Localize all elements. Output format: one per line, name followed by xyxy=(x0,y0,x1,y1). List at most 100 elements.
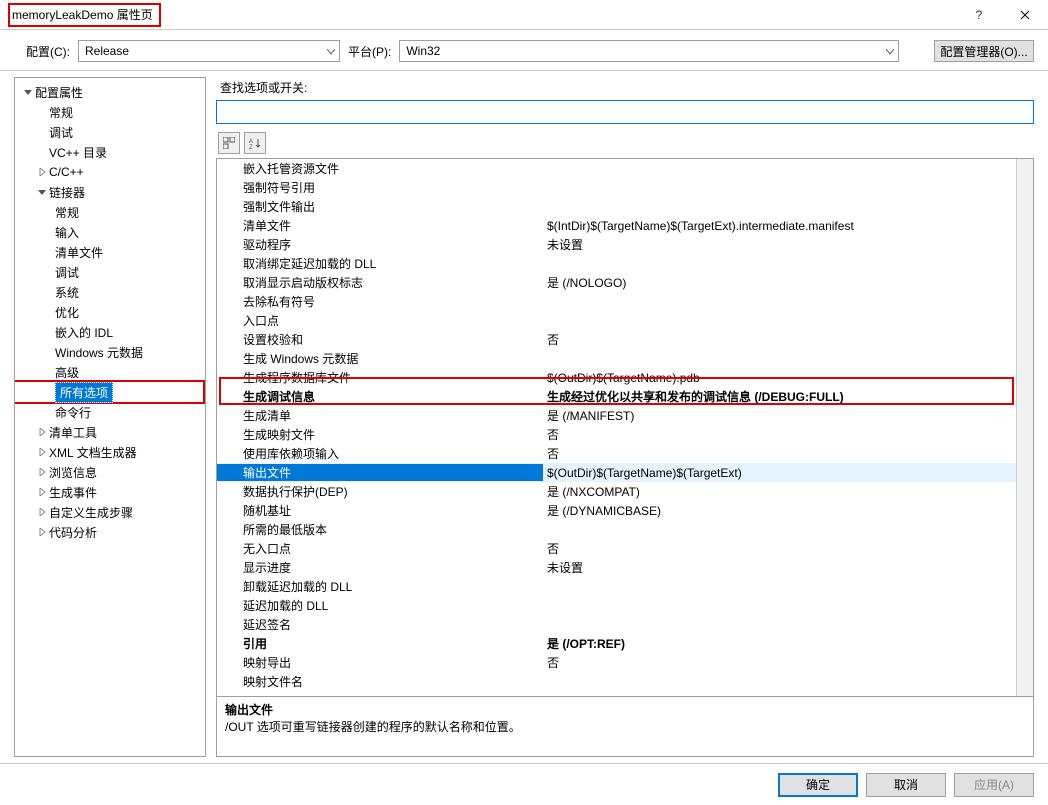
scrollbar[interactable] xyxy=(1016,159,1033,696)
property-row[interactable]: 生成 Windows 元数据 xyxy=(217,349,1016,368)
property-value[interactable]: 是 (/NOLOGO) xyxy=(543,274,1016,291)
property-row[interactable]: 引用是 (/OPT:REF) xyxy=(217,634,1016,653)
tree-item[interactable]: 代码分析 xyxy=(15,522,205,542)
property-value[interactable]: 是 (/DYNAMICBASE) xyxy=(543,502,1016,519)
property-row[interactable]: 延迟签名 xyxy=(217,615,1016,634)
property-value[interactable]: 否 xyxy=(543,445,1016,462)
tree-caret-icon xyxy=(37,507,47,517)
tree-item[interactable]: 嵌入的 IDL xyxy=(15,322,205,342)
property-row[interactable]: 使用库依赖项输入否 xyxy=(217,444,1016,463)
tree-item[interactable]: XML 文档生成器 xyxy=(15,442,205,462)
desc-body: /OUT 选项可重写链接器创建的程序的默认名称和位置。 xyxy=(225,718,1025,735)
tree-item[interactable]: VC++ 目录 xyxy=(15,142,205,162)
property-value[interactable]: 未设置 xyxy=(543,236,1016,253)
tree-item[interactable]: 自定义生成步骤 xyxy=(15,502,205,522)
tree-item-label: 调试 xyxy=(49,124,73,141)
platform-combo[interactable]: Win32 xyxy=(399,40,899,62)
search-input[interactable] xyxy=(216,100,1034,124)
tree-item[interactable]: 链接器 xyxy=(15,182,205,202)
property-row[interactable]: 数据执行保护(DEP)是 (/NXCOMPAT) xyxy=(217,482,1016,501)
tree-item[interactable]: 浏览信息 xyxy=(15,462,205,482)
property-name: 显示进度 xyxy=(217,559,543,576)
property-value[interactable]: 否 xyxy=(543,426,1016,443)
config-combo[interactable]: Release xyxy=(78,40,340,62)
property-name: 嵌入托管资源文件 xyxy=(217,160,543,177)
property-name: 驱动程序 xyxy=(217,236,543,253)
tree-item[interactable]: 常规 xyxy=(15,102,205,122)
property-row[interactable]: 取消绑定延迟加载的 DLL xyxy=(217,254,1016,273)
tree-item[interactable]: 优化 xyxy=(15,302,205,322)
tree-item-label: 输入 xyxy=(55,224,79,241)
property-row[interactable]: 强制符号引用 xyxy=(217,178,1016,197)
property-value[interactable]: 未设置 xyxy=(543,559,1016,576)
property-grid-body[interactable]: 嵌入托管资源文件强制符号引用强制文件输出清单文件$(IntDir)$(Targe… xyxy=(217,159,1016,696)
search-label: 查找选项或开关: xyxy=(220,79,1034,96)
property-row[interactable]: 映射导出否 xyxy=(217,653,1016,672)
config-label: 配置(C): xyxy=(26,43,70,60)
close-button[interactable] xyxy=(1002,0,1048,30)
tree-item[interactable]: 常规 xyxy=(15,202,205,222)
apply-button[interactable]: 应用(A) xyxy=(954,773,1034,797)
tree-item[interactable]: Windows 元数据 xyxy=(15,342,205,362)
property-name: 生成调试信息 xyxy=(217,388,543,405)
close-icon xyxy=(1020,10,1030,20)
help-button[interactable]: ? xyxy=(956,0,1002,30)
property-name: 强制符号引用 xyxy=(217,179,543,196)
property-row[interactable]: 清单文件$(IntDir)$(TargetName)$(TargetExt).i… xyxy=(217,216,1016,235)
tree-item[interactable]: 输入 xyxy=(15,222,205,242)
property-value[interactable]: $(OutDir)$(TargetName)$(TargetExt) xyxy=(543,466,1016,480)
property-value[interactable]: 否 xyxy=(543,331,1016,348)
categorized-button[interactable] xyxy=(218,132,240,154)
property-row[interactable]: 输出文件$(OutDir)$(TargetName)$(TargetExt) xyxy=(217,463,1016,482)
property-value[interactable]: 否 xyxy=(543,654,1016,671)
config-manager-button[interactable]: 配置管理器(O)... xyxy=(934,40,1034,62)
tree-item[interactable]: 调试 xyxy=(15,122,205,142)
config-tree[interactable]: 配置属性常规调试VC++ 目录C/C++链接器常规输入清单文件调试系统优化嵌入的… xyxy=(14,77,206,757)
tree-item[interactable]: 配置属性 xyxy=(15,82,205,102)
property-row[interactable]: 驱动程序未设置 xyxy=(217,235,1016,254)
property-row[interactable]: 显示进度未设置 xyxy=(217,558,1016,577)
tree-item[interactable]: 调试 xyxy=(15,262,205,282)
property-row[interactable]: 卸载延迟加载的 DLL xyxy=(217,577,1016,596)
tree-item[interactable]: 高级 xyxy=(15,362,205,382)
tree-item-label: VC++ 目录 xyxy=(49,144,107,161)
property-row[interactable]: 设置校验和否 xyxy=(217,330,1016,349)
property-row[interactable]: 强制文件输出 xyxy=(217,197,1016,216)
property-row[interactable]: 随机基址是 (/DYNAMICBASE) xyxy=(217,501,1016,520)
alphabetical-button[interactable]: AZ xyxy=(244,132,266,154)
property-value[interactable]: 生成经过优化以共享和发布的调试信息 (/DEBUG:FULL) xyxy=(543,388,1016,405)
svg-text:Z: Z xyxy=(249,145,253,149)
property-row[interactable]: 延迟加载的 DLL xyxy=(217,596,1016,615)
tree-item-label: 优化 xyxy=(55,304,79,321)
property-row[interactable]: 生成程序数据库文件$(OutDir)$(TargetName).pdb xyxy=(217,368,1016,387)
property-value[interactable]: 是 (/OPT:REF) xyxy=(543,635,1016,652)
tree-item[interactable]: 清单工具 xyxy=(15,422,205,442)
property-name: 清单文件 xyxy=(217,217,543,234)
tree-item[interactable]: 命令行 xyxy=(15,402,205,422)
tree-item-label: Windows 元数据 xyxy=(55,344,143,361)
property-value[interactable]: $(OutDir)$(TargetName).pdb xyxy=(543,371,1016,385)
property-value[interactable]: $(IntDir)$(TargetName)$(TargetExt).inter… xyxy=(543,219,1016,233)
property-row[interactable]: 生成清单是 (/MANIFEST) xyxy=(217,406,1016,425)
ok-button[interactable]: 确定 xyxy=(778,773,858,797)
property-row[interactable]: 去除私有符号 xyxy=(217,292,1016,311)
property-row[interactable]: 无入口点否 xyxy=(217,539,1016,558)
property-row[interactable]: 生成映射文件否 xyxy=(217,425,1016,444)
property-row[interactable]: 入口点 xyxy=(217,311,1016,330)
property-row[interactable]: 生成调试信息生成经过优化以共享和发布的调试信息 (/DEBUG:FULL) xyxy=(217,387,1016,406)
property-value[interactable]: 是 (/MANIFEST) xyxy=(543,407,1016,424)
tree-item[interactable]: 所有选项 xyxy=(15,382,203,402)
cancel-button[interactable]: 取消 xyxy=(866,773,946,797)
tree-item[interactable]: 系统 xyxy=(15,282,205,302)
property-value[interactable]: 是 (/NXCOMPAT) xyxy=(543,483,1016,500)
tree-item[interactable]: 清单文件 xyxy=(15,242,205,262)
tree-item[interactable]: C/C++ xyxy=(15,162,205,182)
property-name: 引用 xyxy=(217,635,543,652)
property-row[interactable]: 嵌入托管资源文件 xyxy=(217,159,1016,178)
tree-item[interactable]: 生成事件 xyxy=(15,482,205,502)
property-name: 卸载延迟加载的 DLL xyxy=(217,578,543,595)
property-row[interactable]: 映射文件名 xyxy=(217,672,1016,691)
property-row[interactable]: 所需的最低版本 xyxy=(217,520,1016,539)
property-row[interactable]: 取消显示启动版权标志是 (/NOLOGO) xyxy=(217,273,1016,292)
property-value[interactable]: 否 xyxy=(543,540,1016,557)
